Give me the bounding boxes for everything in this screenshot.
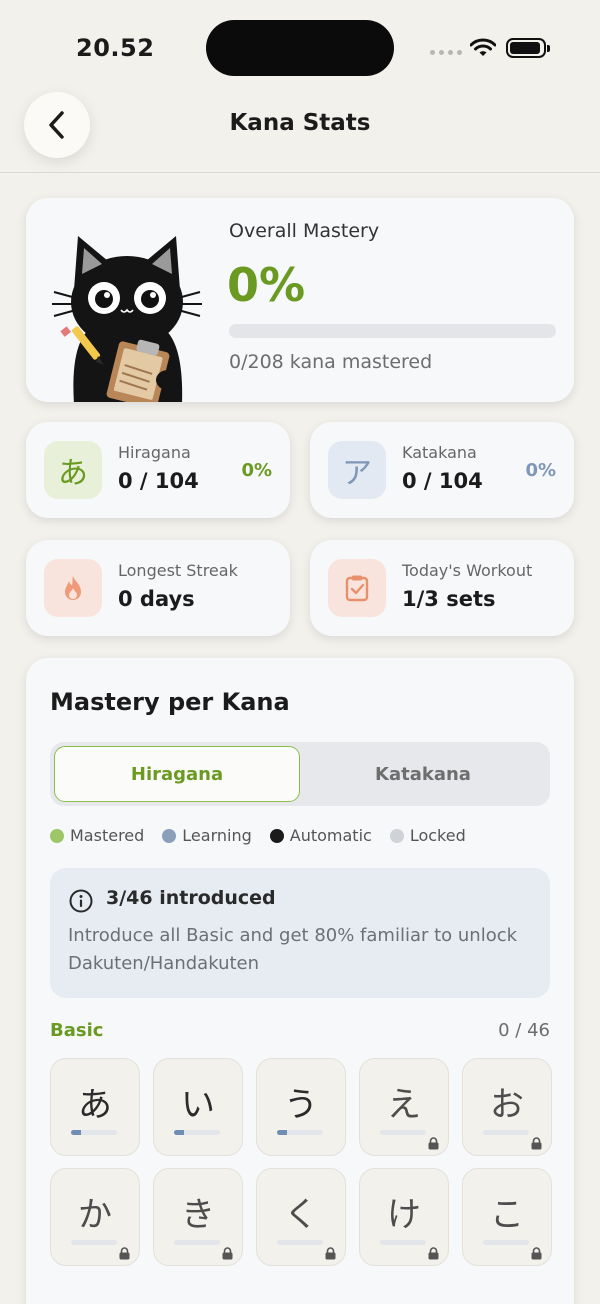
dynamic-island [206, 20, 394, 76]
kana-progress-fill [174, 1130, 185, 1135]
lock-icon [531, 1245, 542, 1264]
kana-progress-bar [483, 1130, 529, 1135]
legend: Mastered Learning Automatic Locked [50, 826, 466, 845]
wifi-icon [470, 38, 496, 56]
status-time: 20.52 [76, 34, 155, 62]
kana-glyph: こ [490, 1195, 524, 1235]
overall-mastery-label: Overall Mastery [229, 220, 380, 242]
kana-glyph: う [284, 1085, 318, 1125]
lock-icon [531, 1135, 542, 1154]
kana-tile[interactable]: こ [462, 1168, 552, 1266]
kana-tile[interactable]: あ [50, 1058, 140, 1156]
kana-glyph: あ [78, 1085, 112, 1125]
section-count: 0 / 46 [498, 1020, 550, 1041]
legend-dot [50, 828, 64, 843]
todays-workout-card: Today's Workout 1/3 sets [310, 540, 574, 636]
kana-glyph: け [387, 1195, 421, 1235]
hiragana-icon: あ [44, 441, 102, 499]
katakana-glyph: ア [342, 456, 372, 491]
kana-tile[interactable]: か [50, 1168, 140, 1266]
hiragana-stat-card[interactable]: あ Hiragana 0 / 104 0% [26, 422, 290, 518]
kana-type-segmented-control: Hiragana Katakana [50, 742, 550, 806]
section-label-basic: Basic [50, 1020, 104, 1041]
clipboard-check-icon [328, 559, 386, 617]
workout-value: 1/3 sets [402, 587, 496, 611]
kana-glyph: お [490, 1085, 524, 1125]
tab-katakana[interactable]: Katakana [300, 746, 546, 802]
workout-label: Today's Workout [402, 561, 533, 580]
kana-progress-bar [174, 1240, 220, 1245]
legend-dot [269, 828, 284, 843]
kana-glyph: え [387, 1085, 421, 1125]
header-divider [0, 172, 600, 173]
legend-dot [162, 828, 177, 843]
lock-icon [428, 1245, 439, 1264]
katakana-stat-card[interactable]: ア Katakana 0 / 104 0% [310, 422, 574, 518]
kana-glyph: き [181, 1195, 215, 1235]
overall-mastered-count: 0/208 kana mastered [229, 351, 433, 373]
kana-tile[interactable]: え [359, 1058, 449, 1156]
legend-label: Locked [409, 826, 466, 845]
info-icon [69, 889, 93, 913]
flame-icon [44, 559, 102, 617]
info-title: 3/46 introduced [106, 887, 276, 909]
cat-mascot-icon [52, 236, 202, 402]
kana-progress-bar [380, 1130, 426, 1135]
legend-label: Automatic [289, 826, 372, 845]
lock-icon [119, 1245, 130, 1264]
kana-tile[interactable]: お [462, 1058, 552, 1156]
kana-tile[interactable]: い [153, 1058, 243, 1156]
tab-hiragana[interactable]: Hiragana [54, 746, 300, 802]
status-bar: 20.52 [0, 0, 600, 90]
legend-automatic: Automatic [269, 826, 372, 845]
kana-glyph: く [284, 1195, 318, 1235]
katakana-percent: 0% [525, 460, 556, 481]
legend-label: Mastered [70, 826, 145, 845]
katakana-icon: ア [328, 441, 386, 499]
legend-label: Learning [182, 826, 252, 845]
kana-progress-bar [71, 1130, 117, 1135]
longest-streak-card: Longest Streak 0 days [26, 540, 290, 636]
kana-progress-fill [277, 1130, 288, 1135]
page-title: Kana Stats [229, 110, 371, 136]
hiragana-percent: 0% [241, 460, 272, 481]
battery-icon [506, 38, 550, 58]
legend-learning: Learning [162, 826, 252, 845]
mastery-per-kana-panel: Mastery per Kana Hiragana Katakana Maste… [26, 658, 574, 1304]
kana-progress-bar [277, 1130, 323, 1135]
legend-dot [389, 828, 404, 843]
hiragana-label: Hiragana [118, 443, 191, 462]
katakana-value: 0 / 104 [402, 469, 483, 493]
kana-glyph: い [181, 1085, 215, 1125]
lock-icon [222, 1245, 233, 1264]
overall-mastery-card: Overall Mastery 0% 0/208 kana mastered [26, 198, 574, 402]
kana-tile[interactable]: く [256, 1168, 346, 1266]
kana-tile[interactable]: う [256, 1058, 346, 1156]
streak-label: Longest Streak [118, 561, 238, 580]
hiragana-glyph: あ [58, 456, 88, 491]
kana-progress-bar [483, 1240, 529, 1245]
overall-progress-bar [229, 324, 556, 338]
legend-locked: Locked [389, 826, 466, 845]
info-body: Introduce all Basic and get 80% familiar… [68, 925, 518, 974]
kana-glyph: か [78, 1195, 112, 1235]
kana-tile[interactable]: き [153, 1168, 243, 1266]
kana-progress-bar [380, 1240, 426, 1245]
kana-progress-bar [71, 1240, 117, 1245]
kana-tile[interactable]: け [359, 1168, 449, 1266]
mastery-title: Mastery per Kana [50, 688, 290, 716]
signal-icon [430, 50, 462, 55]
overall-mastery-percent: 0% [227, 258, 306, 312]
legend-mastered: Mastered [50, 826, 144, 845]
unlock-info-box: 3/46 introduced Introduce all Basic and … [50, 868, 550, 998]
streak-value: 0 days [118, 587, 195, 611]
kana-progress-fill [71, 1130, 82, 1135]
lock-icon [428, 1135, 439, 1154]
katakana-label: Katakana [402, 443, 477, 462]
lock-icon [325, 1245, 336, 1264]
kana-progress-bar [277, 1240, 323, 1245]
kana-tile-grid: あ い う え おか き く け こ [50, 1058, 552, 1266]
kana-progress-bar [174, 1130, 220, 1135]
hiragana-value: 0 / 104 [118, 469, 199, 493]
